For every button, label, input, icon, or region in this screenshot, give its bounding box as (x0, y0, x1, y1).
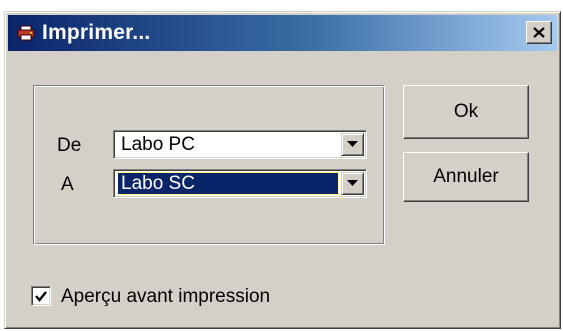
preview-checkbox[interactable] (31, 286, 51, 306)
checkmark-icon (35, 290, 47, 302)
de-combobox-value: Labo PC (121, 134, 195, 155)
chevron-down-icon (347, 141, 358, 147)
a-combobox[interactable]: Labo SC (113, 169, 367, 198)
chevron-down-icon (347, 180, 358, 186)
de-label: De (57, 135, 82, 156)
print-dialog: Imprimer... De Labo PC A Labo SC Ok Annu… (4, 11, 561, 329)
printer-icon (16, 23, 36, 43)
de-combobox[interactable]: Labo PC (113, 130, 367, 159)
preview-checkbox-label[interactable]: Aperçu avant impression (61, 286, 270, 308)
a-label: A (61, 174, 74, 195)
cancel-button[interactable]: Annuler (403, 152, 529, 202)
dialog-title: Imprimer... (42, 21, 151, 44)
title-bar[interactable]: Imprimer... (8, 15, 557, 51)
a-combobox-value: Labo SC (117, 172, 339, 195)
close-icon (533, 27, 545, 38)
printer-group-box (33, 85, 385, 245)
ok-button[interactable]: Ok (403, 85, 529, 139)
a-dropdown-button[interactable] (341, 172, 364, 195)
de-dropdown-button[interactable] (341, 133, 364, 156)
close-button[interactable] (526, 21, 552, 44)
